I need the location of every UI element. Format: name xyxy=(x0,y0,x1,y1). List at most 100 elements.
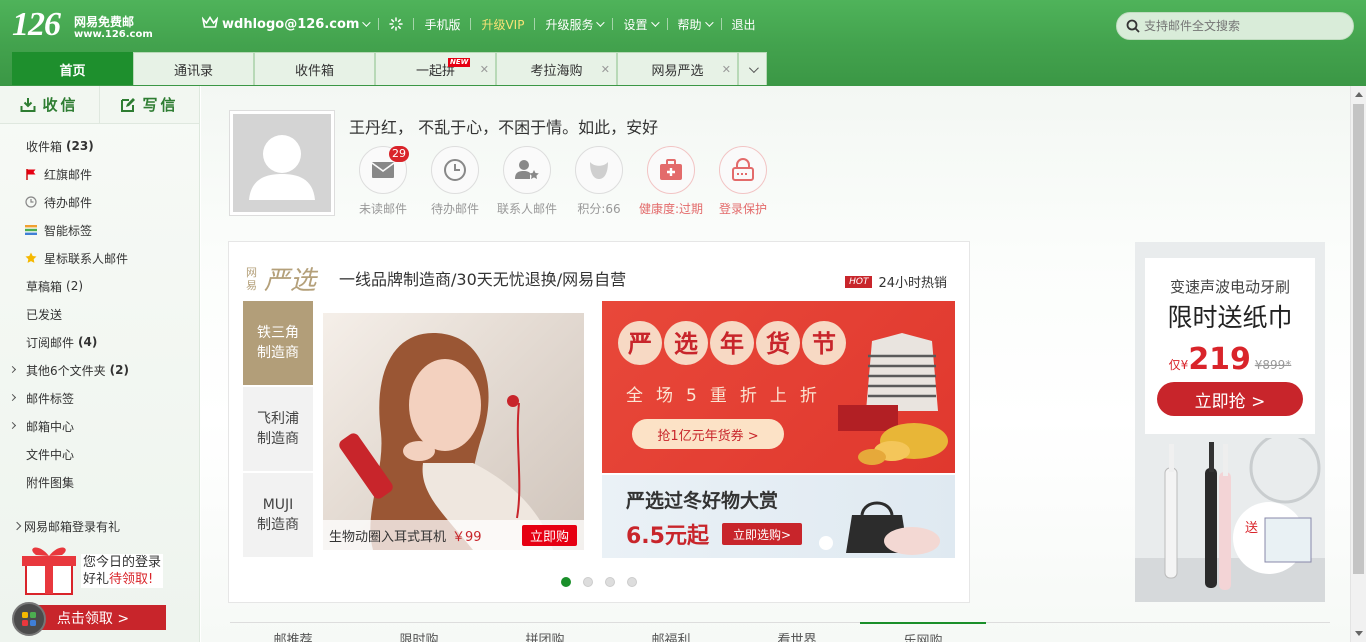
ad-gift-tag: 送 xyxy=(1245,521,1258,536)
stat-login-protect[interactable]: 登录保护 xyxy=(707,146,779,217)
ad-line2: 限时送纸巾 xyxy=(1167,303,1293,332)
folder-file-center[interactable]: 文件中心 xyxy=(0,440,199,468)
tab-group-buy[interactable]: 一起拼 NEW ✕ xyxy=(375,52,496,85)
profile-stats: 29 未读邮件 待办邮件 联系人邮件 积分:66 健康度:过期 登录保护 xyxy=(347,146,779,217)
tab-home[interactable]: 首页 xyxy=(12,52,133,85)
tab-recommend[interactable]: 邮推荐 xyxy=(230,623,356,642)
receive-button[interactable]: 收信 xyxy=(0,86,99,123)
close-icon[interactable]: ✕ xyxy=(601,63,610,76)
folder-list: 收件箱 (23) 红旗邮件 待办邮件 智能标签 星标联系人邮件 草稿箱 (2) 已发… xyxy=(0,124,199,496)
folder-attachments[interactable]: 附件图集 xyxy=(0,468,199,496)
maker-item[interactable]: MUJI 制造商 xyxy=(243,473,313,557)
gift-title[interactable]: 网易邮箱登录有礼 xyxy=(14,516,194,536)
search-input[interactable] xyxy=(1144,19,1344,33)
folder-todo[interactable]: 待办邮件 xyxy=(0,188,199,216)
chevron-down-icon xyxy=(748,62,759,73)
promo-slogan: 一线品牌制造商/30天无忧退换/网易自营 xyxy=(339,270,627,289)
product-card[interactable]: 生物动圈入耳式耳机 ￥99 立即购 xyxy=(323,313,584,550)
chevron-right-icon xyxy=(8,393,17,402)
folder-sent[interactable]: 已发送 xyxy=(0,300,199,328)
stat-todo-mail[interactable]: 待办邮件 xyxy=(419,146,491,217)
scroll-down-arrow[interactable] xyxy=(1355,631,1363,636)
close-icon[interactable]: ✕ xyxy=(722,63,731,76)
scroll-thumb[interactable] xyxy=(1353,104,1364,574)
settings-menu[interactable]: 设置 xyxy=(613,16,666,33)
folder-starred-contacts[interactable]: 星标联系人邮件 xyxy=(0,244,199,272)
chevron-right-icon xyxy=(8,421,17,430)
upgrade-vip-link[interactable]: 升级VIP xyxy=(471,16,534,33)
folder-mail-tags[interactable]: 邮件标签 xyxy=(0,384,199,412)
new-year-banner-art: 严 选 年 货 节 全场5重折上折 抢1亿元年货券 > xyxy=(618,321,948,465)
yanxuan-logo[interactable]: 网易 严选 xyxy=(246,260,316,297)
close-icon[interactable]: ✕ xyxy=(480,63,489,76)
banner2-price: 6.5元起 xyxy=(626,524,710,549)
tab-group[interactable]: 拼团购 xyxy=(482,623,608,642)
folder-mail-center[interactable]: 邮箱中心 xyxy=(0,412,199,440)
folder-drafts[interactable]: 草稿箱 (2) xyxy=(0,272,199,300)
product-photo xyxy=(339,333,553,550)
banner1-title-char-2: 选 xyxy=(674,329,698,358)
carousel-dot[interactable] xyxy=(605,577,615,587)
tab-more-button[interactable] xyxy=(738,52,767,85)
carousel-dot[interactable] xyxy=(583,577,593,587)
chevron-right-icon xyxy=(8,365,17,374)
logo[interactable]: 126 网易免费邮 www.126.com xyxy=(12,6,153,43)
receive-icon xyxy=(20,97,36,112)
banner2-button: 立即选购> xyxy=(733,527,791,542)
toothbrush-ad[interactable]: 变速声波电动牙刷 限时送纸巾 仅¥219 ¥899* 立即抢 > 送 xyxy=(1135,242,1325,602)
medical-kit-icon xyxy=(660,159,682,180)
carousel-dot[interactable] xyxy=(561,577,571,587)
buy-now-button[interactable]: 立即购 xyxy=(521,525,577,546)
hot-badge: HOT xyxy=(845,275,873,288)
winter-goods-banner[interactable]: 严选过冬好物大赏 6.5元起 立即选购> xyxy=(602,475,955,558)
folder-inbox[interactable]: 收件箱 (23) xyxy=(0,132,199,160)
yanxuan-promo-card: 网易 严选 一线品牌制造商/30天无忧退换/网易自营 HOT 24小时热销 铁三… xyxy=(228,241,970,603)
help-menu[interactable]: 帮助 xyxy=(668,16,721,33)
points-icon xyxy=(590,162,608,179)
lock-icon xyxy=(732,158,754,181)
folder-subscriptions[interactable]: 订阅邮件 (4) xyxy=(0,328,199,356)
upgrade-service-menu[interactable]: 升级服务 xyxy=(535,16,612,33)
tab-contacts[interactable]: 通讯录 xyxy=(133,52,254,85)
new-year-banner[interactable]: 严 选 年 货 节 全场5重折上折 抢1亿元年货券 > xyxy=(602,301,955,473)
stat-contact-mail[interactable]: 联系人邮件 xyxy=(491,146,563,217)
logout-link[interactable]: 退出 xyxy=(722,16,766,33)
clock-icon xyxy=(25,196,37,208)
banner1-title-char-5: 节 xyxy=(812,329,836,358)
crown-icon xyxy=(201,16,219,32)
scroll-up-arrow[interactable] xyxy=(1355,92,1363,97)
tab-inbox[interactable]: 收件箱 xyxy=(254,52,375,85)
folder-smart-tags[interactable]: 智能标签 xyxy=(0,216,199,244)
user-account[interactable]: wdhlogo@126.com xyxy=(218,17,378,32)
tab-flash-sale[interactable]: 限时购 xyxy=(356,623,482,642)
tab-welfare[interactable]: 邮福利 xyxy=(608,623,734,642)
hot-sales-link[interactable]: HOT 24小时热销 xyxy=(845,272,947,291)
banner1-title-char-4: 货 xyxy=(766,329,790,358)
maker-item[interactable]: 飞利浦 制造商 xyxy=(243,387,313,471)
vertical-scrollbar[interactable] xyxy=(1350,86,1366,642)
mobile-link[interactable]: 手机版 xyxy=(414,16,470,33)
stat-unread-mail[interactable]: 29 未读邮件 xyxy=(347,146,419,217)
contact-star-icon xyxy=(515,160,539,179)
gift-text: 您今日的登录 好礼待领取! xyxy=(81,554,164,588)
tab-yanxuan[interactable]: 网易严选 ✕ xyxy=(617,52,738,85)
maker-item[interactable]: 铁三角 制造商 xyxy=(243,301,313,385)
folder-other[interactable]: 其他6个文件夹 (2) xyxy=(0,356,199,384)
stat-points[interactable]: 积分:66 xyxy=(563,146,635,217)
stat-health[interactable]: 健康度:过期 xyxy=(635,146,707,217)
write-button[interactable]: 写信 xyxy=(99,86,199,123)
chevron-down-icon xyxy=(704,18,714,27)
app-launcher-button[interactable] xyxy=(12,602,46,636)
logo-number: 126 xyxy=(12,6,61,43)
new-badge: NEW xyxy=(448,58,471,67)
ad-buy-button[interactable]: 立即抢 > xyxy=(1157,382,1303,416)
product-caption: 生物动圈入耳式耳机 ￥99 立即购 xyxy=(323,520,584,550)
avatar[interactable] xyxy=(229,110,335,216)
search-box[interactable] xyxy=(1116,12,1354,40)
tab-world[interactable]: 看世界 xyxy=(734,623,860,642)
tab-kaola[interactable]: 考拉海购 ✕ xyxy=(496,52,617,85)
folder-red-flag[interactable]: 红旗邮件 xyxy=(0,160,199,188)
tab-shopping[interactable]: 乐网购 xyxy=(860,622,986,642)
carousel-dot[interactable] xyxy=(627,577,637,587)
loading-icon[interactable] xyxy=(379,17,413,31)
